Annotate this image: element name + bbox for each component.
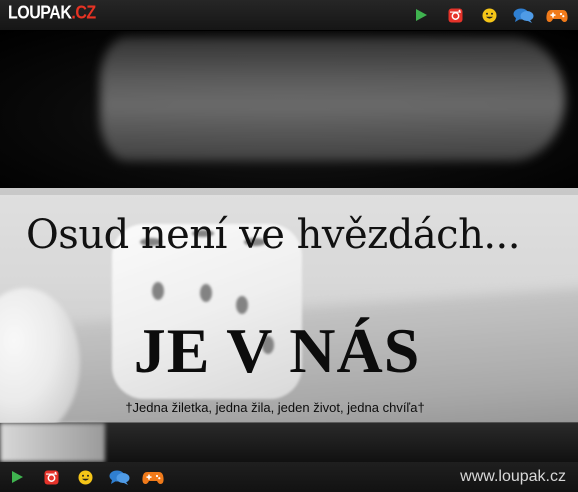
gamepad-icon[interactable]: [142, 468, 164, 486]
site-url-link[interactable]: www.loupak.cz: [460, 468, 566, 486]
meme-frame: LOUPAK.CZ Osud není ve hvězdách... JE V …: [0, 0, 578, 492]
blurred-cup: [0, 423, 105, 462]
site-logo[interactable]: LOUPAK.CZ: [8, 4, 96, 25]
instagram-icon[interactable]: [40, 468, 62, 486]
caption-line-1: Osud není ve hvězdách...: [26, 212, 520, 258]
top-toolbar: LOUPAK.CZ: [0, 0, 578, 31]
bottom-icon-group: [6, 462, 164, 492]
dark-foreground: [0, 423, 578, 462]
blurred-razor-area: [0, 31, 578, 188]
smiley-icon[interactable]: [478, 6, 500, 24]
logo-text: LOUPAK: [8, 3, 72, 24]
chat-icon[interactable]: [512, 6, 534, 24]
instagram-icon[interactable]: [444, 6, 466, 24]
smiley-icon[interactable]: [74, 468, 96, 486]
bottom-toolbar: www.loupak.cz: [0, 462, 578, 492]
top-icon-group: [410, 0, 568, 30]
chat-icon[interactable]: [108, 468, 130, 486]
gamepad-icon[interactable]: [546, 6, 568, 24]
logo-tld: .CZ: [71, 3, 96, 24]
play-icon[interactable]: [410, 6, 432, 24]
caption-headline: JE V NÁS: [133, 315, 421, 386]
play-icon[interactable]: [6, 468, 28, 486]
caption-line-3: †Jedna žiletka, jedna žila, jeden život,…: [125, 400, 425, 415]
blurred-razor-blade: [100, 37, 565, 161]
